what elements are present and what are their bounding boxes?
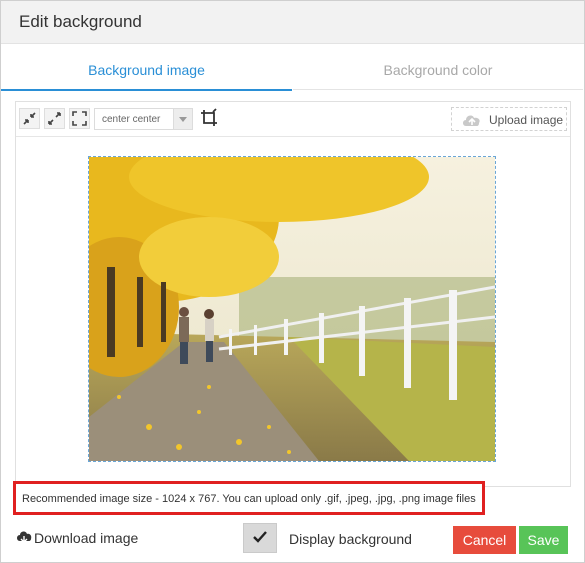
position-select[interactable]: center center <box>94 108 193 130</box>
image-editor: center center Upload image <box>15 101 571 487</box>
shrink-button[interactable] <box>19 108 40 129</box>
dialog-header: Edit background <box>1 1 584 44</box>
tab-background-image[interactable]: Background image <box>1 44 292 91</box>
expand-button[interactable] <box>44 108 65 129</box>
background-image-preview[interactable] <box>88 156 496 462</box>
upload-image-button[interactable]: Upload image <box>451 107 567 131</box>
edit-background-dialog: Edit background Background image Backgro… <box>0 0 585 563</box>
recommended-size-note: Recommended image size - 1024 x 767. You… <box>13 481 485 515</box>
cloud-download-icon <box>17 531 32 543</box>
tab-bar: Background image Background color <box>1 44 584 91</box>
save-button[interactable]: Save <box>519 526 568 554</box>
display-background-checkbox[interactable] <box>243 523 277 553</box>
cloud-upload-icon <box>463 115 480 126</box>
crop-icon <box>201 108 217 126</box>
fit-button[interactable] <box>69 108 90 129</box>
position-select-value: center center <box>102 114 161 125</box>
shrink-icon <box>23 112 36 125</box>
expand-icon <box>48 112 61 125</box>
tab-background-color[interactable]: Background color <box>293 44 583 90</box>
display-background-label: Display background <box>289 531 412 547</box>
chevron-down-icon <box>173 109 192 129</box>
dialog-title: Edit background <box>19 12 142 31</box>
cancel-button[interactable]: Cancel <box>453 526 516 554</box>
download-image-label: Download image <box>34 530 139 546</box>
autumn-path-photo <box>89 157 495 461</box>
upload-image-label: Upload image <box>489 113 564 127</box>
checkmark-icon <box>253 531 267 543</box>
crop-button[interactable] <box>199 108 219 128</box>
editor-toolbar: center center Upload image <box>16 102 570 137</box>
recommended-size-text: Recommended image size - 1024 x 767. You… <box>22 493 476 505</box>
fit-icon <box>72 111 87 126</box>
